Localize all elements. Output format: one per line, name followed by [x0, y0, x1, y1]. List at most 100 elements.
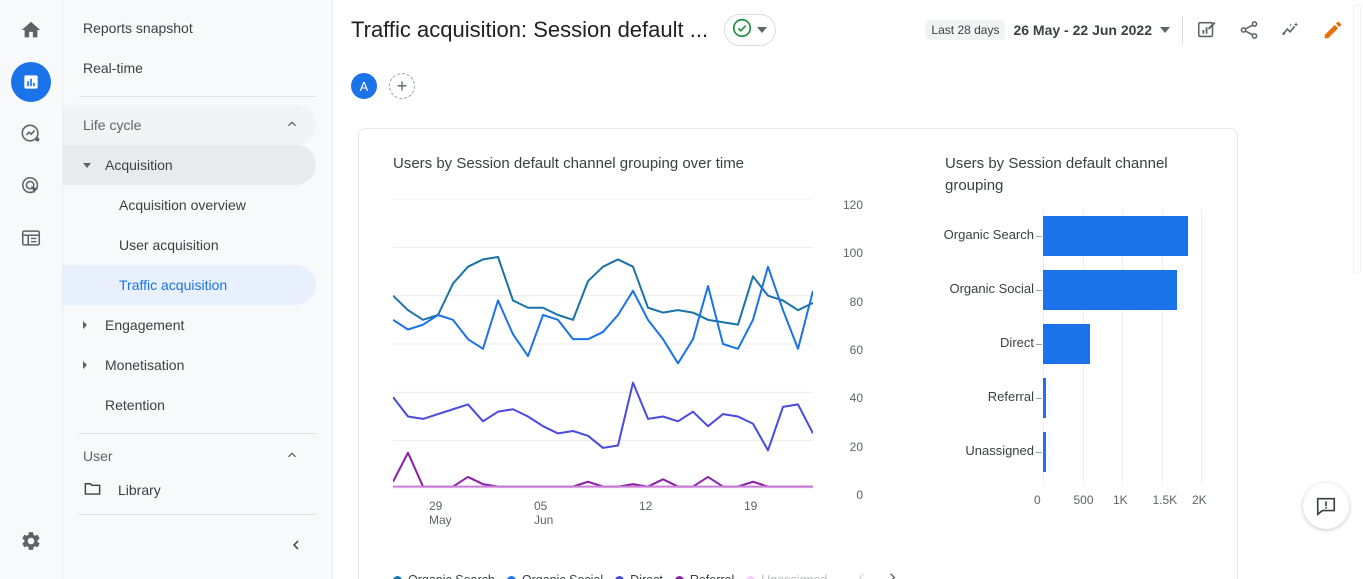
- comparison-chip-a[interactable]: A: [351, 73, 377, 99]
- add-comparison-button[interactable]: +: [389, 73, 415, 99]
- legend-color-dot: [746, 575, 756, 579]
- edit-pencil-icon[interactable]: [1321, 18, 1345, 42]
- legend-color-dot: [506, 575, 516, 579]
- sidebar-item-reports-snapshot[interactable]: Reports snapshot: [63, 8, 316, 48]
- bar-category-label: Referral: [987, 389, 1034, 404]
- sidebar-item-retention[interactable]: Retention: [63, 385, 316, 425]
- vertical-scrollbar[interactable]: [1353, 4, 1361, 274]
- sidebar-item-label: Acquisition overview: [119, 197, 246, 213]
- sidebar-item-acquisition[interactable]: Acquisition: [63, 145, 316, 185]
- sidebar-item-monetisation[interactable]: Monetisation: [63, 345, 316, 385]
- line-chart-title: Users by Session default channel groupin…: [393, 155, 745, 172]
- legend-prev-button[interactable]: [853, 569, 870, 579]
- sidebar-item-label: Library: [118, 482, 161, 498]
- line-chart[interactable]: 0 20 40 60 80 100 120 29 May 05 Jun 12 19: [392, 198, 863, 527]
- explore-icon[interactable]: [11, 114, 51, 154]
- share-icon[interactable]: [1237, 18, 1261, 42]
- configure-icon[interactable]: [11, 218, 51, 258]
- y-axis-tick-label: 120: [842, 198, 863, 212]
- chevron-up-icon: [284, 447, 300, 466]
- sidebar-item-label: Traffic acquisition: [119, 277, 228, 293]
- x-axis-tick-label: 12: [639, 499, 653, 513]
- x-axis-tick-label: 0: [1034, 493, 1041, 507]
- x-axis-tick-label: 1.5K: [1152, 493, 1178, 507]
- icon-rail: [0, 0, 63, 579]
- feedback-button[interactable]: [1303, 483, 1349, 529]
- status-badge[interactable]: [724, 14, 777, 46]
- legend-item[interactable]: Organic Search: [393, 573, 495, 579]
- legend-pagination: [853, 569, 901, 579]
- analytics-app: Reports snapshot Real-time Life cycle Ac…: [0, 0, 1363, 579]
- bar-chart-panel: Users by Session default channel groupin…: [919, 129, 1237, 579]
- sidebar-section-user[interactable]: User: [63, 442, 316, 470]
- sidebar-item-engagement[interactable]: Engagement: [63, 305, 316, 345]
- bar-category-label: Organic Social: [949, 281, 1034, 296]
- date-preset-chip: Last 28 days: [925, 20, 1006, 40]
- legend-color-dot: [615, 575, 625, 579]
- bar[interactable]: [1043, 270, 1177, 310]
- line-chart-panel: Users by Session default channel groupin…: [359, 129, 919, 579]
- legend-label: Organic Social: [522, 573, 603, 579]
- caret-slot: [83, 321, 97, 329]
- legend-item[interactable]: Organic Social: [506, 573, 603, 579]
- sidebar-item-user-acquisition[interactable]: User acquisition: [63, 225, 316, 265]
- bar-category-label: Direct: [1000, 335, 1034, 350]
- legend-next-button[interactable]: [884, 569, 901, 579]
- x-axis-tick-label: 05 Jun: [534, 499, 554, 527]
- bar-chart[interactable]: 0 500 1K 1.5K 2K Organic Search Organic Social…: [931, 197, 1221, 579]
- sidebar-item-library[interactable]: Library: [63, 470, 332, 510]
- legend-color-dot: [674, 575, 684, 579]
- chart-legend: Organic Search Organic Social Direct Referr…: [393, 573, 893, 579]
- caret-right-icon: [83, 361, 87, 369]
- sidebar-item-label: Engagement: [105, 317, 185, 333]
- toolbar-separator: [1182, 16, 1183, 44]
- home-icon[interactable]: [11, 10, 51, 50]
- legend-label: Unassigned: [761, 573, 827, 579]
- sidebar-item-label: Monetisation: [105, 357, 185, 373]
- bar-chart-title: Users by Session default channel groupin…: [945, 155, 1168, 194]
- collapse-sidebar-button[interactable]: [282, 531, 310, 559]
- advertising-icon[interactable]: [11, 166, 51, 206]
- sidebar-item-label: User acquisition: [119, 237, 219, 253]
- reports-icon[interactable]: [11, 62, 51, 102]
- y-axis-tick-label: 100: [842, 246, 863, 261]
- bar[interactable]: [1043, 324, 1091, 364]
- date-selector[interactable]: Last 28 days 26 May - 22 Jun 2022: [925, 20, 1170, 40]
- legend-item[interactable]: Direct: [615, 573, 663, 579]
- sidebar-section-life-cycle[interactable]: Life cycle: [63, 105, 316, 145]
- legend-item[interactable]: Referral: [674, 573, 734, 579]
- sidebar-divider: [79, 96, 316, 97]
- customise-report-icon[interactable]: [1195, 18, 1219, 42]
- chevron-down-icon: [757, 27, 768, 33]
- page-title: Traffic acquisition: Session default ...: [351, 17, 709, 42]
- admin-gear-icon[interactable]: [11, 521, 51, 561]
- sidebar-item-acquisition-overview[interactable]: Acquisition overview: [63, 185, 316, 225]
- y-axis-tick-label: 0: [856, 488, 863, 502]
- bar[interactable]: [1043, 216, 1189, 256]
- x-axis-tick-label: 500: [1073, 493, 1094, 507]
- y-axis-tick-label: 60: [849, 343, 863, 357]
- sidebar-divider-2: [79, 433, 316, 434]
- sidebar-item-label: Acquisition: [105, 157, 173, 173]
- sidebar-section-label: User: [83, 448, 113, 464]
- y-axis-tick-label: 80: [849, 294, 863, 309]
- x-axis-tick-label: 2K: [1192, 493, 1207, 507]
- bar[interactable]: [1043, 432, 1046, 472]
- toolbar: [1195, 18, 1345, 42]
- x-axis-tick-label: 19: [744, 499, 758, 513]
- legend-color-dot: [393, 575, 402, 579]
- legend-label: Referral: [690, 573, 734, 579]
- chevron-down-icon: [1160, 27, 1170, 33]
- charts-card: Users by Session default channel groupin…: [358, 128, 1238, 579]
- sidebar-item-real-time[interactable]: Real-time: [63, 48, 316, 88]
- axis-tick: [1036, 398, 1042, 399]
- axis-tick: [1036, 236, 1042, 237]
- bar[interactable]: [1043, 378, 1046, 418]
- axis-tick: [1036, 344, 1042, 345]
- insights-icon[interactable]: [1279, 18, 1303, 42]
- bar-category-label: Unassigned: [965, 443, 1034, 458]
- legend-item[interactable]: Unassigned: [746, 573, 827, 579]
- sidebar-item-traffic-acquisition[interactable]: Traffic acquisition: [63, 265, 316, 305]
- main-content: Traffic acquisition: Session default ...…: [333, 0, 1363, 579]
- x-axis-tick-label: 1K: [1113, 493, 1128, 507]
